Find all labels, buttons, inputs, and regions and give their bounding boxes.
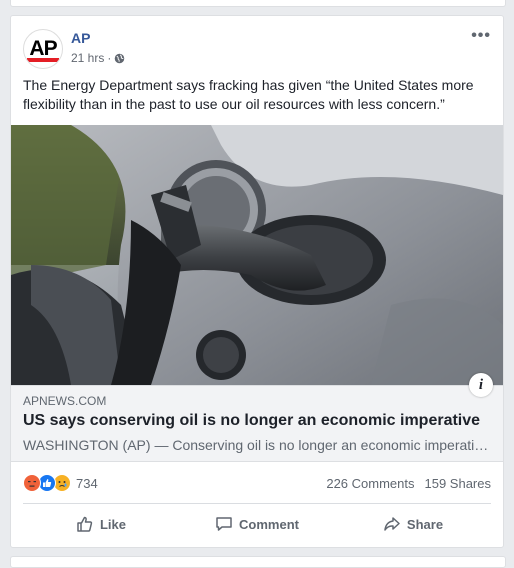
globe-icon xyxy=(115,53,125,63)
meta-separator: · xyxy=(107,51,112,65)
link-headline[interactable]: US says conserving oil is no longer an e… xyxy=(23,412,480,430)
post-card: AP AP 21 hrs · ••• The Energy Department… xyxy=(10,15,504,548)
reaction-count: 734 xyxy=(76,475,98,491)
post-stats: 734 226 Comments 159 Shares xyxy=(23,472,491,494)
post-header: AP AP 21 hrs · ••• xyxy=(23,27,491,69)
reactions-summary[interactable]: 734 xyxy=(23,474,98,492)
link-domain: APNEWS.COM xyxy=(23,394,107,408)
fuel-nozzle-photo xyxy=(11,125,503,385)
comment-icon xyxy=(216,517,232,531)
link-description: WASHINGTON (AP) — Conserving oil is no l… xyxy=(23,437,489,453)
avatar[interactable]: AP xyxy=(23,29,63,69)
post-meta: 21 hrs · xyxy=(71,51,125,65)
ap-logo-text: AP xyxy=(29,37,57,60)
engagement-stats: 226 Comments 159 Shares xyxy=(326,476,491,491)
info-button[interactable]: i xyxy=(469,373,493,397)
share-button[interactable]: Share xyxy=(335,508,491,540)
like-button[interactable]: Like xyxy=(23,508,179,540)
share-arrow-icon xyxy=(384,517,400,531)
comment-label: Comment xyxy=(239,516,299,532)
next-post-card xyxy=(10,556,506,568)
angry-icon xyxy=(23,474,41,492)
author-name[interactable]: AP xyxy=(71,30,90,46)
previous-post-card xyxy=(10,0,506,7)
action-bar: Like Comment Share xyxy=(23,508,491,540)
like-label: Like xyxy=(99,516,126,532)
thumbs-up-icon xyxy=(77,516,93,532)
ap-logo-bar xyxy=(27,58,59,62)
post-text: The Energy Department says fracking has … xyxy=(23,77,474,112)
shares-count[interactable]: 159 Shares xyxy=(425,476,492,491)
article-image[interactable] xyxy=(11,125,503,385)
actions-divider xyxy=(23,503,491,504)
more-options-button[interactable]: ••• xyxy=(471,27,491,45)
comments-count[interactable]: 226 Comments xyxy=(326,476,414,491)
post-time[interactable]: 21 hrs xyxy=(71,51,104,65)
share-label: Share xyxy=(406,516,444,532)
comment-button[interactable]: Comment xyxy=(179,508,335,540)
link-preview[interactable]: i APNEWS.COM US says conserving oil is n… xyxy=(11,373,503,462)
